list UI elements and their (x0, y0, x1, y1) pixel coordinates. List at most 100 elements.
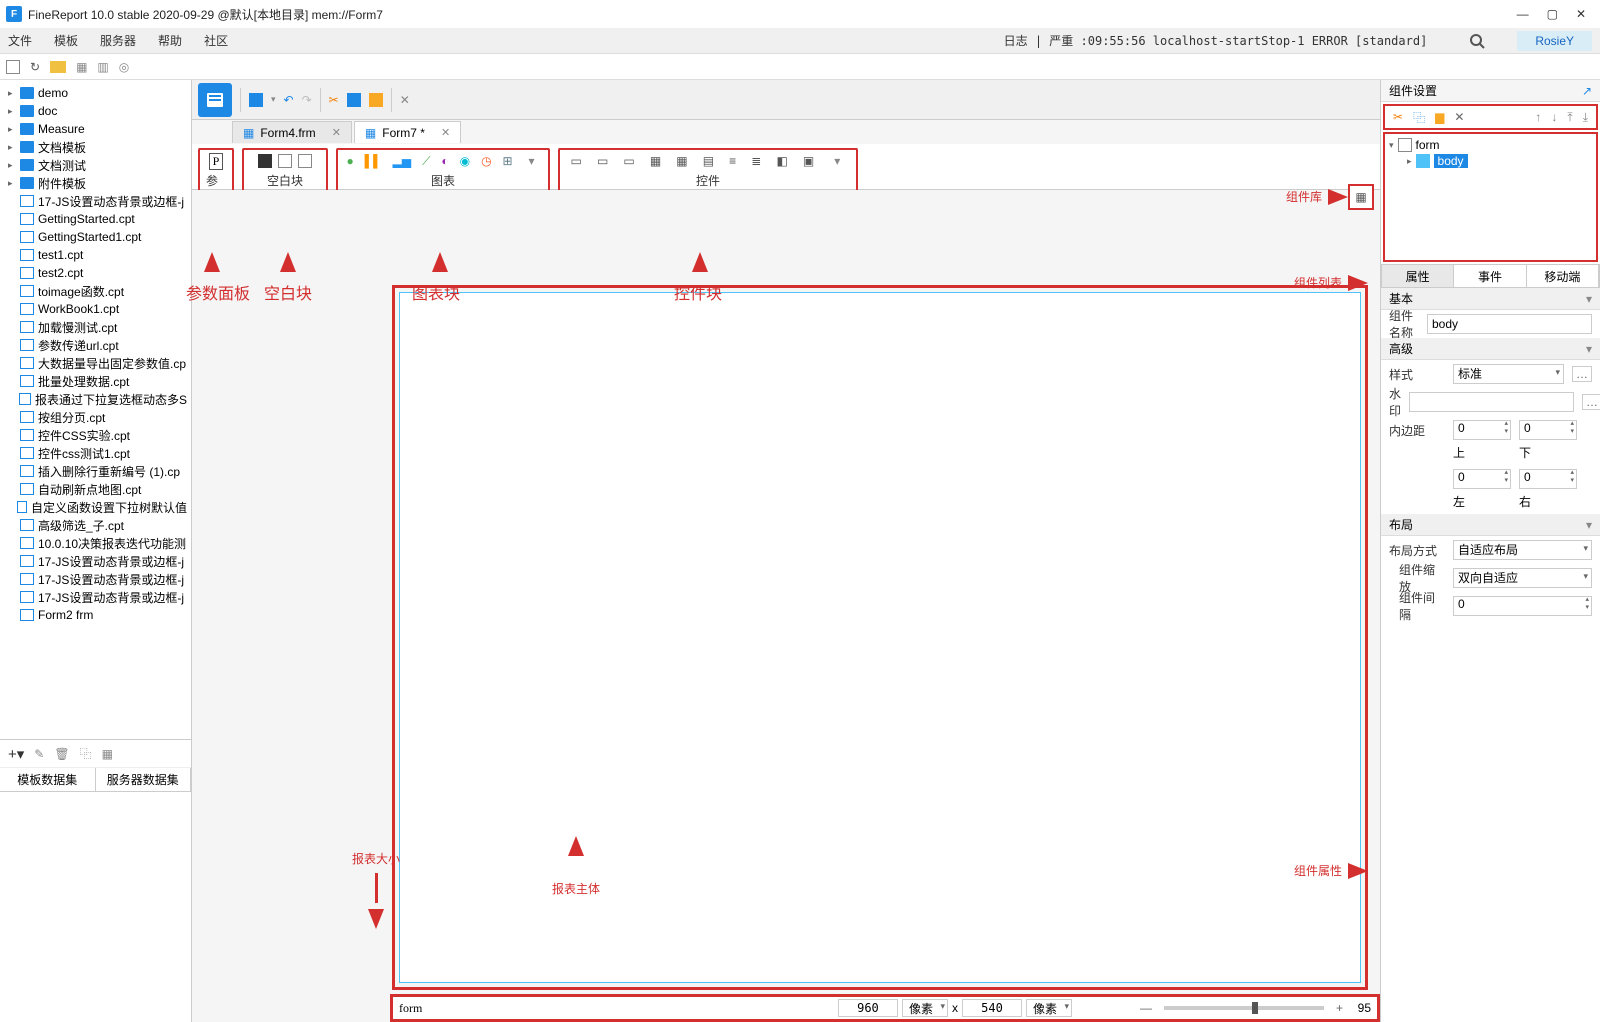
width-unit-select[interactable]: 像素 (902, 999, 948, 1017)
delete-icon[interactable]: ✕ (1454, 110, 1464, 124)
move-bottom-icon[interactable]: ⤓ (1583, 110, 1588, 125)
tree-file[interactable]: GettingStarted1.cpt (0, 228, 191, 246)
watermark-more-icon[interactable]: … (1582, 394, 1600, 410)
open-folder-icon[interactable] (50, 61, 66, 73)
tree-node-body[interactable]: body (1434, 154, 1468, 168)
canvas-height-input[interactable] (962, 999, 1022, 1017)
tree-file[interactable]: 批量处理数据.cpt (0, 372, 191, 390)
edit-dataset-icon[interactable]: ✎ (34, 747, 44, 761)
tree-file[interactable]: 自定义函数设置下拉树默认值 (0, 498, 191, 516)
form-mode-button[interactable] (198, 83, 232, 117)
save-icon[interactable] (249, 93, 263, 107)
component-library-button[interactable]: ▦ (1348, 184, 1374, 210)
chart-dropdown-icon[interactable]: ▾ (524, 154, 540, 168)
component-name-input[interactable] (1427, 314, 1592, 334)
tab-server-dataset[interactable]: 服务器数据集 (96, 768, 192, 791)
cut-icon[interactable]: ✂ (1393, 110, 1403, 124)
tab-events[interactable]: 事件 (1454, 265, 1526, 287)
gap-input[interactable]: 0 (1453, 596, 1592, 616)
canvas-width-input[interactable] (838, 999, 898, 1017)
tree-file[interactable]: 按组分页.cpt (0, 408, 191, 426)
tree-file[interactable]: test1.cpt (0, 246, 191, 264)
section-layout[interactable]: 布局▾ (1381, 514, 1600, 536)
component-tree[interactable]: ▾ form ▸ body (1383, 132, 1598, 262)
palette-chart[interactable]: ●▌▌▂▅ ⟋◐◉ ◷⊞ ▾ 图表 (336, 148, 550, 193)
tree-file[interactable]: 报表通过下拉复选框动态多S (0, 390, 191, 408)
close-tab-icon[interactable]: ✕ (441, 126, 450, 139)
user-badge[interactable]: RosieY (1517, 31, 1592, 51)
tree-folder[interactable]: ▸文档模板 (0, 138, 191, 156)
menu-file[interactable]: 文件 (8, 32, 32, 49)
padding-bottom-input[interactable]: 0 (1519, 420, 1577, 440)
show-report-icon[interactable]: ▦ (76, 60, 87, 74)
layout-mode-select[interactable]: 自适应布局 (1453, 540, 1592, 560)
tree-file[interactable]: Form2 frm (0, 606, 191, 624)
delete-dataset-icon[interactable]: 🗑 (54, 747, 69, 761)
tree-file[interactable]: 17-JS设置动态背景或边框-j (0, 192, 191, 210)
copy-icon[interactable]: ⿻ (1413, 109, 1425, 126)
add-dataset-icon[interactable]: +▾ (8, 745, 24, 763)
tree-file[interactable]: 17-JS设置动态背景或边框-j (0, 552, 191, 570)
tab-mobile[interactable]: 移动端 (1527, 265, 1599, 287)
copy-icon[interactable] (347, 93, 361, 107)
tree-node-form[interactable]: form (1416, 138, 1440, 152)
tab-template-dataset[interactable]: 模板数据集 (0, 768, 96, 791)
tree-file[interactable]: 自动刷新点地图.cpt (0, 480, 191, 498)
palette-widget[interactable]: ▭▭▭▦▦▤ ≡≣◧▣ ▾ 控件 (558, 148, 858, 193)
preview-dataset-icon[interactable]: ▦ (102, 747, 113, 761)
tree-file[interactable]: 控件css测试1.cpt (0, 444, 191, 462)
delete-icon[interactable]: ✕ (400, 93, 410, 107)
collapse-icon[interactable]: ↗ (1582, 84, 1592, 98)
tree-folder[interactable]: ▸附件模板 (0, 174, 191, 192)
tree-folder[interactable]: ▸demo (0, 84, 191, 102)
file-tree[interactable]: ▸demo▸doc▸Measure▸文档模板▸文档测试▸附件模板17-JS设置动… (0, 80, 191, 739)
save-dropdown-icon[interactable]: ▾ (271, 94, 276, 105)
style-select[interactable]: 标准 (1453, 364, 1564, 384)
filter-icon[interactable]: ▥ (97, 60, 108, 74)
move-top-icon[interactable]: ⤒ (1567, 110, 1572, 125)
scale-select[interactable]: 双向自适应 (1453, 568, 1592, 588)
tree-folder[interactable]: ▸文档测试 (0, 156, 191, 174)
menu-community[interactable]: 社区 (204, 32, 228, 49)
form-body-canvas[interactable] (399, 292, 1361, 983)
refresh-icon[interactable]: ↻ (30, 60, 40, 74)
tree-folder[interactable]: ▸doc (0, 102, 191, 120)
menu-help[interactable]: 帮助 (158, 32, 182, 49)
tree-file[interactable]: 10.0.10决策报表迭代功能测 (0, 534, 191, 552)
tree-file[interactable]: 大数据量导出固定参数值.cp (0, 354, 191, 372)
tree-file[interactable]: 控件CSS实验.cpt (0, 426, 191, 444)
padding-top-input[interactable]: 0 (1453, 420, 1511, 440)
tree-file[interactable]: 17-JS设置动态背景或边框-j (0, 588, 191, 606)
zoom-slider[interactable] (1164, 1006, 1324, 1010)
height-unit-select[interactable]: 像素 (1026, 999, 1072, 1017)
tree-file[interactable]: 参数传递url.cpt (0, 336, 191, 354)
tree-file[interactable]: 高级筛选_子.cpt (0, 516, 191, 534)
menu-template[interactable]: 模板 (54, 32, 78, 49)
cut-icon[interactable]: ✂ (329, 93, 339, 107)
locate-icon[interactable]: ◎ (119, 60, 129, 74)
search-icon[interactable] (1469, 33, 1485, 49)
minimize-icon[interactable]: — (1517, 7, 1529, 21)
move-down-icon[interactable]: ↓ (1551, 110, 1557, 124)
padding-left-input[interactable]: 0 (1453, 469, 1511, 489)
tree-file[interactable]: 插入删除行重新编号 (1).cp (0, 462, 191, 480)
redo-icon[interactable]: ↷ (302, 93, 312, 107)
style-more-icon[interactable]: … (1572, 366, 1592, 382)
widget-dropdown-icon[interactable]: ▾ (829, 154, 845, 168)
tree-file[interactable]: test2.cpt (0, 264, 191, 282)
tree-file[interactable]: 加载慢测试.cpt (0, 318, 191, 336)
zoom-out-icon[interactable]: — (1140, 1001, 1152, 1015)
tree-file[interactable]: 17-JS设置动态背景或边框-j (0, 570, 191, 588)
paste-icon[interactable] (369, 93, 383, 107)
watermark-input[interactable] (1409, 392, 1574, 412)
close-tab-icon[interactable]: ✕ (332, 126, 341, 139)
doc-tab-form4[interactable]: ▦ Form4.frm ✕ (232, 121, 352, 143)
menu-server[interactable]: 服务器 (100, 32, 136, 49)
tree-file[interactable]: toimage函数.cpt (0, 282, 191, 300)
tree-file[interactable]: GettingStarted.cpt (0, 210, 191, 228)
palette-blank[interactable]: 空白块 (242, 148, 328, 193)
close-icon[interactable]: ✕ (1576, 7, 1586, 21)
undo-icon[interactable]: ↶ (284, 93, 294, 107)
section-advanced[interactable]: 高级▾ (1381, 338, 1600, 360)
tab-attributes[interactable]: 属性 (1382, 265, 1454, 287)
